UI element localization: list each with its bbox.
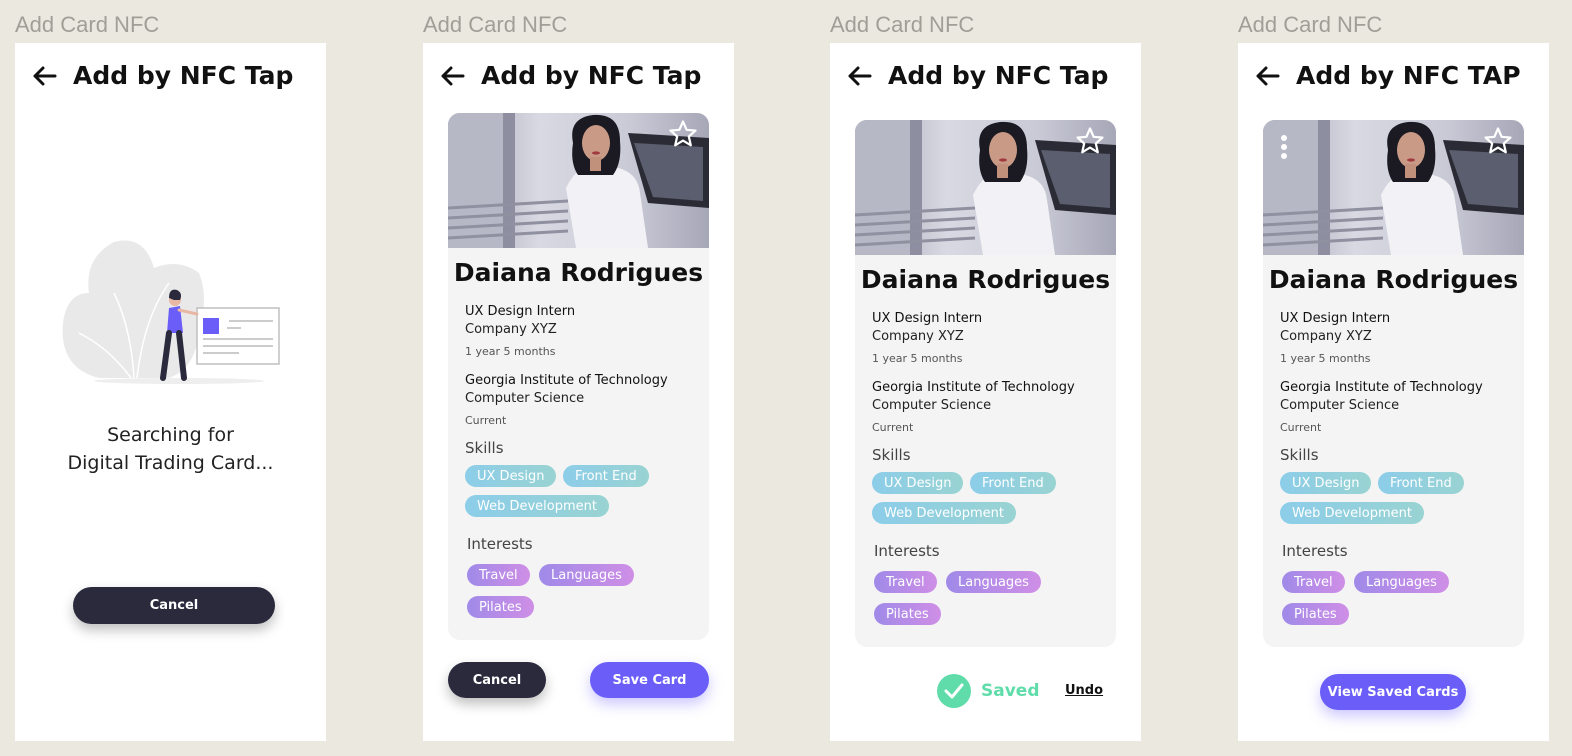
trading-card[interactable]: Daiana Rodrigues UX Design Intern Compan… (855, 120, 1116, 647)
interest-tag[interactable]: Languages (539, 564, 634, 586)
back-arrow-icon[interactable] (31, 65, 57, 87)
school: Georgia Institute of Technology (872, 380, 1075, 395)
star-icon[interactable] (1075, 126, 1105, 156)
skill-tag[interactable]: UX Design (1280, 472, 1372, 494)
job-title: UX Design Intern (465, 304, 576, 319)
interest-tag[interactable]: Pilates (467, 596, 534, 618)
job-duration: 1 year 5 months (1280, 352, 1371, 365)
skill-tag[interactable]: Front End (1378, 472, 1464, 494)
card-name: Daiana Rodrigues (1268, 265, 1519, 294)
card-name: Daiana Rodrigues (860, 265, 1111, 294)
frame-label: Add Card NFC (830, 12, 975, 37)
frame-label: Add Card NFC (15, 12, 160, 37)
interest-tag[interactable]: Pilates (1282, 603, 1349, 625)
page-title: Add by NFC TAP (1296, 61, 1521, 90)
interests-heading: Interests (467, 535, 533, 553)
school: Georgia Institute of Technology (1280, 380, 1483, 395)
skill-tag[interactable]: Front End (970, 472, 1056, 494)
searching-status: Searching for Digital Trading Card... (15, 421, 326, 477)
screen-view-saved: Add by NFC TAP Daiana Rodrigues UX Desig… (1238, 43, 1549, 741)
star-icon[interactable] (668, 119, 698, 149)
header: Add by NFC TAP (1238, 43, 1549, 113)
checkmark-icon (937, 674, 971, 708)
company: Company XYZ (872, 329, 964, 344)
header: Add by NFC Tap (423, 43, 734, 113)
screen-saved: Add by NFC Tap Daiana Rodrigues UX Desig… (830, 43, 1141, 741)
education-status: Current (1280, 421, 1322, 434)
interest-tag[interactable]: Travel (467, 564, 530, 586)
back-arrow-icon[interactable] (846, 65, 872, 87)
cancel-button[interactable]: Cancel (448, 662, 546, 698)
star-icon[interactable] (1483, 126, 1513, 156)
undo-link[interactable]: Undo (1065, 683, 1103, 698)
more-options-icon[interactable] (1279, 135, 1289, 163)
interest-tag[interactable]: Languages (1354, 571, 1449, 593)
job-title: UX Design Intern (1280, 311, 1391, 326)
screen-searching: Add by NFC Tap Searching for Digital Tra… (15, 43, 326, 741)
interest-tag[interactable]: Travel (874, 571, 937, 593)
interest-tag[interactable]: Pilates (874, 603, 941, 625)
job-duration: 1 year 5 months (872, 352, 963, 365)
header: Add by NFC Tap (15, 43, 326, 113)
major: Computer Science (465, 391, 585, 406)
skills-heading: Skills (1280, 446, 1319, 464)
cancel-button[interactable]: Cancel (73, 587, 275, 624)
skill-tag[interactable]: Front End (563, 465, 649, 487)
page-title: Add by NFC Tap (888, 61, 1109, 90)
education-status: Current (465, 414, 507, 427)
company: Company XYZ (1280, 329, 1372, 344)
frame-label: Add Card NFC (1238, 12, 1383, 37)
skill-tag[interactable]: UX Design (872, 472, 964, 494)
skill-tag[interactable]: Web Development (872, 502, 1016, 524)
school: Georgia Institute of Technology (465, 373, 668, 388)
interest-tag[interactable]: Travel (1282, 571, 1345, 593)
interest-tag[interactable]: Languages (946, 571, 1041, 593)
searching-line-1: Searching for (107, 424, 234, 446)
major: Computer Science (1280, 398, 1400, 413)
save-card-button[interactable]: Save Card (590, 662, 709, 698)
skills-heading: Skills (465, 439, 504, 457)
saved-label: Saved (981, 681, 1040, 701)
job-title: UX Design Intern (872, 311, 983, 326)
view-saved-cards-button[interactable]: View Saved Cards (1320, 674, 1466, 710)
page-title: Add by NFC Tap (73, 61, 294, 90)
skill-tag[interactable]: Web Development (1280, 502, 1424, 524)
header: Add by NFC Tap (830, 43, 1141, 113)
back-arrow-icon[interactable] (1254, 65, 1280, 87)
trading-card[interactable]: Daiana Rodrigues UX Design Intern Compan… (1263, 120, 1524, 647)
screen-card-found: Add by NFC Tap Daiana Rodrigues UX Desig… (423, 43, 734, 741)
skills-heading: Skills (872, 446, 911, 464)
job-duration: 1 year 5 months (465, 345, 556, 358)
searching-line-2: Digital Trading Card... (67, 452, 274, 474)
interests-heading: Interests (1282, 542, 1348, 560)
searching-illustration (62, 240, 280, 384)
interests-heading: Interests (874, 542, 940, 560)
major: Computer Science (872, 398, 992, 413)
back-arrow-icon[interactable] (439, 65, 465, 87)
page-title: Add by NFC Tap (481, 61, 702, 90)
company: Company XYZ (465, 322, 557, 337)
frame-label: Add Card NFC (423, 12, 568, 37)
education-status: Current (872, 421, 914, 434)
card-name: Daiana Rodrigues (453, 258, 704, 287)
trading-card[interactable]: Daiana Rodrigues UX Design Intern Compan… (448, 113, 709, 640)
skill-tag[interactable]: UX Design (465, 465, 557, 487)
skill-tag[interactable]: Web Development (465, 495, 609, 517)
